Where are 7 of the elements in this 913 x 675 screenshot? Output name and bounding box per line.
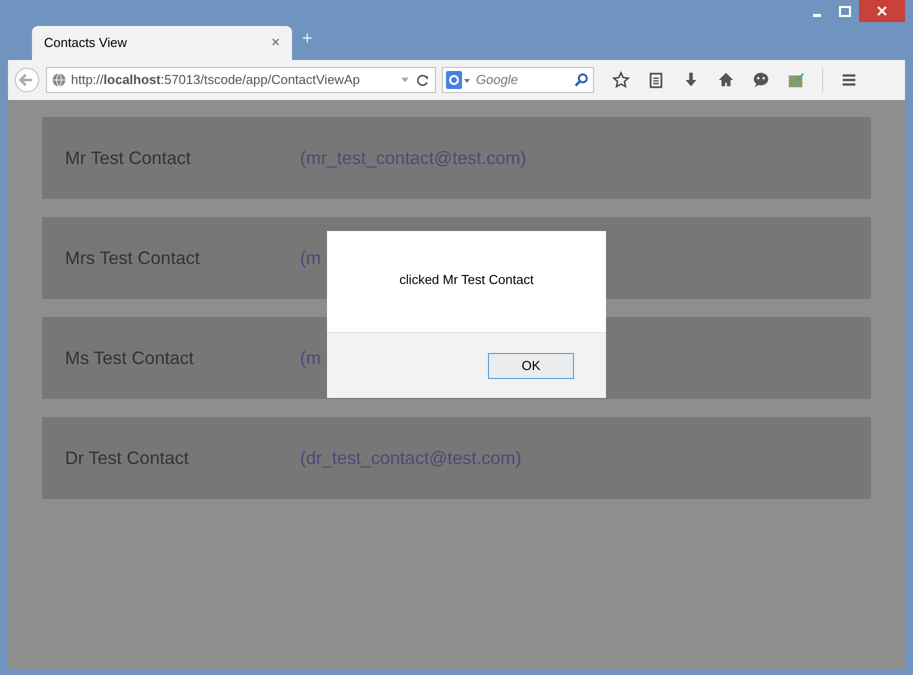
url-text: http://localhost:57013/tscode/app/ContactViewAp — [71, 71, 361, 90]
contact-name: Dr Test Contact — [65, 446, 190, 470]
contact-name: Ms Test Contact — [65, 346, 195, 370]
dialog-message: clicked Mr Test Contact — [399, 270, 534, 289]
contact-name: Mrs Test Contact — [65, 246, 201, 270]
tab-title: Contacts View — [44, 34, 127, 52]
contact-name: Mr Test Contact — [65, 146, 192, 170]
